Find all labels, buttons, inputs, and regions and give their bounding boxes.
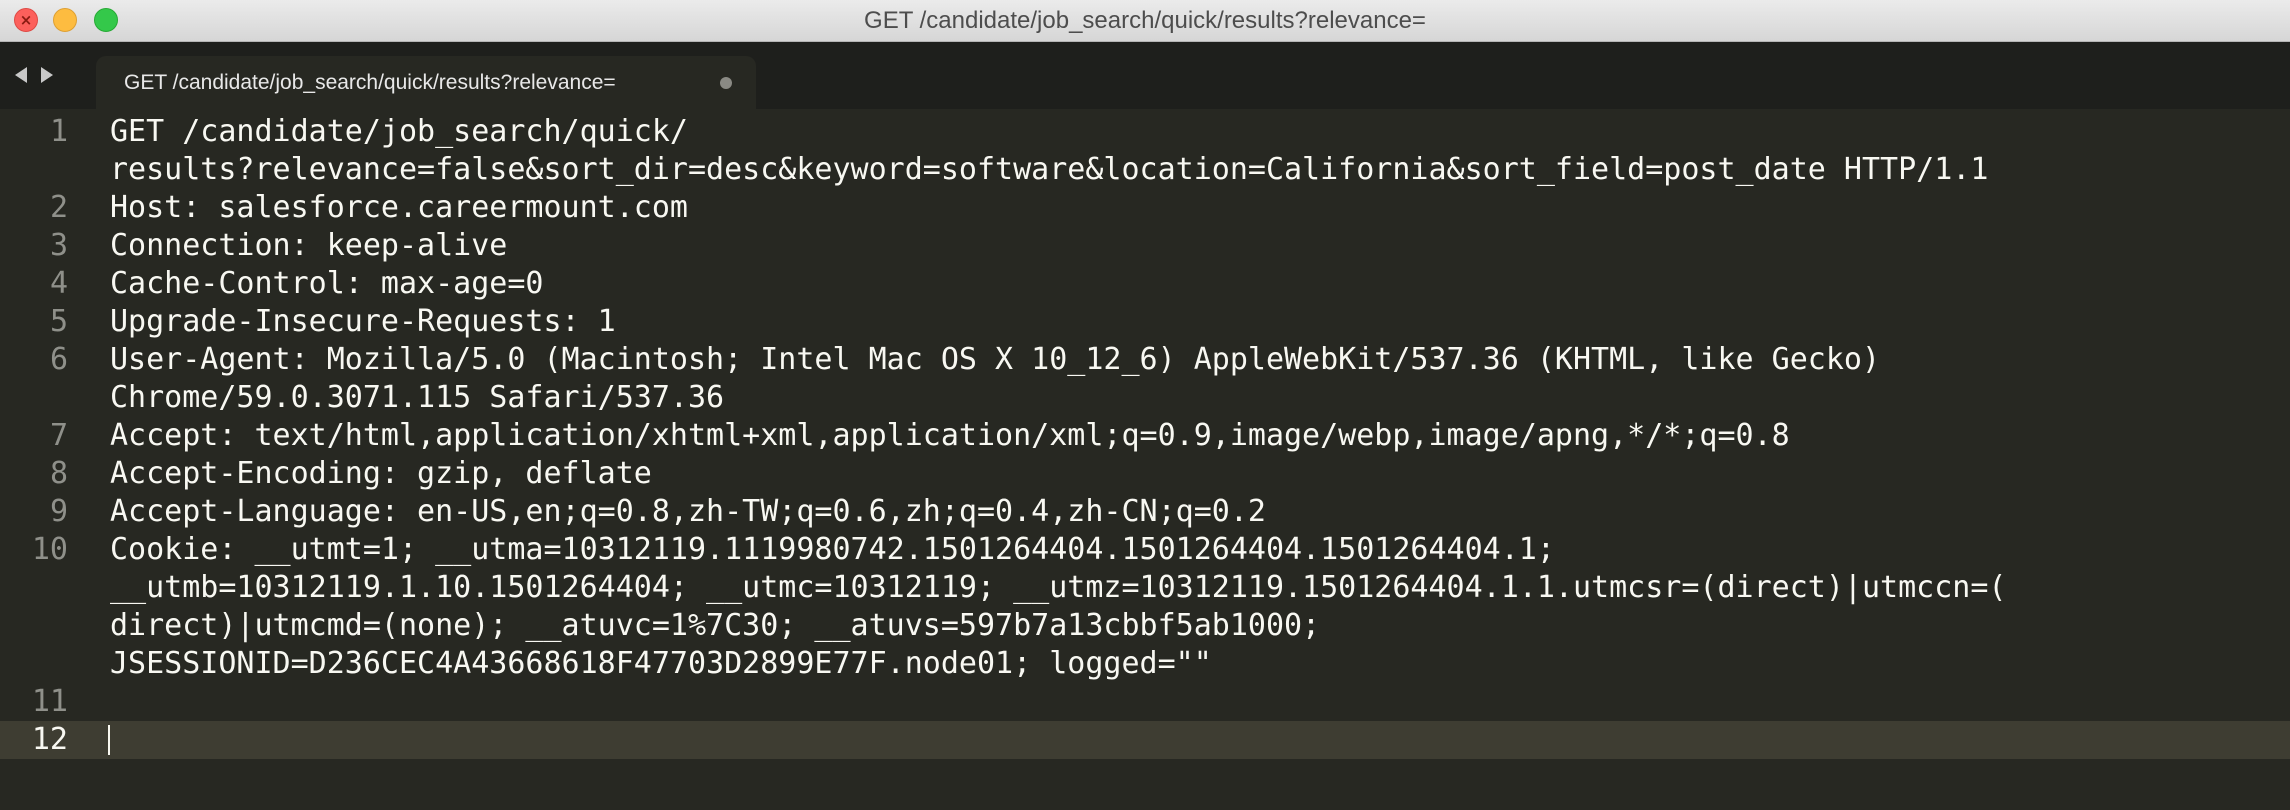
code-line[interactable]: 1 GET /candidate/job_search/quick/results… — [0, 113, 2290, 189]
line-number: 2 — [49, 190, 68, 225]
unsaved-dot-icon[interactable] — [720, 77, 732, 89]
line-number: 10 — [31, 532, 68, 567]
tab-forward-button[interactable] — [38, 60, 56, 90]
line-number: 12 — [31, 722, 68, 757]
tab-navigation — [12, 60, 56, 90]
chevron-right-icon — [41, 67, 53, 83]
code-line[interactable]: 11 — [0, 683, 2290, 721]
code-line[interactable]: 7 Accept: text/html,application/xhtml+xml… — [0, 417, 2290, 455]
line-number: 7 — [49, 418, 68, 453]
tab-bar: GET /candidate/job_search/quick/results?… — [0, 42, 2290, 109]
code-line[interactable]: 9 Accept-Language: en-US,en;q=0.8,zh-TW;q… — [0, 493, 2290, 531]
code-line[interactable]: 5 Upgrade-Insecure-Requests: 1 — [0, 303, 2290, 341]
code-line-text: Connection: keep-alive — [110, 228, 508, 263]
line-number: 6 — [49, 342, 68, 377]
line-number: 3 — [49, 228, 68, 263]
tab-label: GET /candidate/job_search/quick/results?… — [124, 71, 616, 94]
code-line[interactable]: 12 — [0, 721, 2290, 759]
code-line-text: results?relevance=false&sort_dir=desc&ke… — [110, 152, 1989, 187]
code-line-text: Host: salesforce.careermount.com — [110, 190, 688, 225]
code-line[interactable]: 4 Cache-Control: max-age=0 — [0, 265, 2290, 303]
code-line-text: Accept-Language: en-US,en;q=0.8,zh-TW;q=… — [110, 494, 1266, 529]
code-line-text: Accept: text/html,application/xhtml+xml,… — [110, 418, 1790, 453]
code-line-text: Cache-Control: max-age=0 — [110, 266, 544, 301]
line-number: 5 — [49, 304, 68, 339]
title-bar: × GET /candidate/job_search/quick/result… — [0, 0, 2290, 42]
code-line[interactable]: 10 Cookie: __utmt=1; __utma=10312119.1119… — [0, 531, 2290, 683]
chevron-left-icon — [15, 67, 27, 83]
code-line-text: __utmb=10312119.1.10.1501264404; __utmc=… — [110, 570, 2007, 605]
line-number: 9 — [49, 494, 68, 529]
text-cursor — [108, 725, 110, 755]
code-line-text: Accept-Encoding: gzip, deflate — [110, 456, 652, 491]
code-line-text: Upgrade-Insecure-Requests: 1 — [110, 304, 616, 339]
editor-window: × GET /candidate/job_search/quick/result… — [0, 0, 2290, 810]
code-line[interactable]: 6 User-Agent: Mozilla/5.0 (Macintosh; Int… — [0, 341, 2290, 417]
code-line-text: User-Agent: Mozilla/5.0 (Macintosh; Inte… — [110, 342, 1881, 377]
code-line-text: JSESSIONID=D236CEC4A43668618F47703D2899E… — [110, 646, 1212, 681]
tab-active-file[interactable]: GET /candidate/job_search/quick/results?… — [96, 56, 756, 109]
window-title: GET /candidate/job_search/quick/results?… — [864, 7, 1426, 34]
code-line[interactable]: 8 Accept-Encoding: gzip, deflate — [0, 455, 2290, 493]
line-number: 1 — [49, 114, 68, 149]
line-number: 8 — [49, 456, 68, 491]
code-line[interactable]: 2 Host: salesforce.careermount.com — [0, 189, 2290, 227]
line-number: 11 — [31, 684, 68, 719]
code-line-text: GET /candidate/job_search/quick/ — [110, 114, 688, 149]
code-line-text: Cookie: __utmt=1; __utma=10312119.111998… — [110, 532, 1555, 567]
code-line-text: direct)|utmcmd=(none); __atuvc=1%7C30; _… — [110, 608, 1321, 643]
tab-back-button[interactable] — [12, 60, 30, 90]
code-editor[interactable]: 1 GET /candidate/job_search/quick/results… — [0, 109, 2290, 810]
code-line-text: Chrome/59.0.3071.115 Safari/537.36 — [110, 380, 725, 415]
code-line[interactable]: 3 Connection: keep-alive — [0, 227, 2290, 265]
line-number: 4 — [49, 266, 68, 301]
